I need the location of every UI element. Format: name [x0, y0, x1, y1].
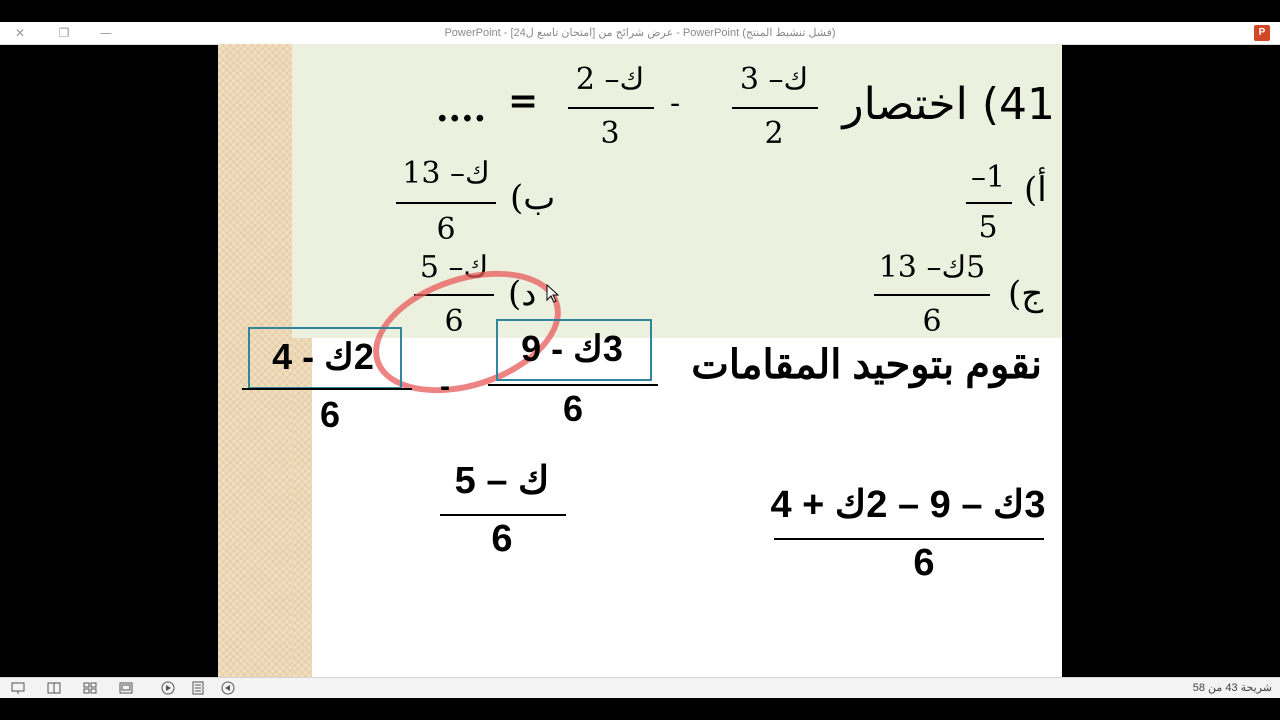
fraction-bar [488, 384, 658, 386]
option-a-num: –1 [970, 160, 1006, 195]
slideshow-icon[interactable] [10, 680, 26, 696]
step1-frac-b-den: 6 [319, 394, 341, 435]
step2-num: 3ك – 9 – 2ك + 4 [770, 484, 1046, 526]
prev-icon[interactable] [220, 680, 236, 696]
step1-frac-a-num: 3ك - 9 [521, 328, 623, 369]
fraction-bar [966, 202, 1012, 204]
window-title: PowerPoint - [امتحان تاسع ل24] عرض شرائح… [444, 27, 836, 39]
question-text: 41) اختصار [842, 79, 1055, 130]
question-frac2-num: ك– 2 [575, 62, 645, 97]
play-icon[interactable] [160, 680, 176, 696]
option-b-label: ب) [510, 178, 556, 218]
ellipsis: .... [436, 88, 487, 130]
minus-sign: - [670, 86, 681, 121]
question-frac1-den: 2 [764, 116, 784, 151]
question-frac1-num: ك– 3 [739, 62, 809, 97]
fraction-bar [732, 107, 818, 109]
equals-sign: = [508, 80, 539, 122]
status-bar: شريحة 43 من 58 [0, 677, 1280, 698]
step1-heading: نقوم بتوحيد المقامات [691, 343, 1042, 387]
slide-counter: شريحة 43 من 58 [1192, 682, 1272, 694]
fraction-bar [242, 388, 412, 390]
option-b-den: 6 [436, 212, 456, 247]
slide-sorter-icon[interactable] [82, 680, 98, 696]
result-num: ك – 5 [454, 460, 550, 502]
normal-view-icon[interactable] [118, 680, 134, 696]
option-a-label: أ) [1024, 170, 1047, 210]
step1-frac-b-num: 2ك - 4 [272, 336, 374, 377]
option-c-label: ج) [1008, 274, 1044, 314]
mouse-pointer-icon [546, 284, 560, 303]
powerpoint-icon: P [1254, 25, 1270, 41]
reading-view-icon[interactable] [46, 680, 62, 696]
slide-canvas: 41) اختصار ك– 3 2 - ك– 2 3 = .... أ) –1 … [218, 44, 1062, 678]
option-c-den: 6 [922, 304, 942, 339]
option-a-den: 5 [978, 210, 998, 245]
minus-sign: - [440, 370, 450, 403]
result-den: 6 [491, 518, 513, 560]
step1-frac-a-den: 6 [562, 388, 584, 429]
question-frac2-den: 3 [600, 116, 620, 151]
fraction-bar [568, 107, 654, 109]
option-b-num: ك– 13 [402, 156, 490, 191]
option-c-num: 5ك– 13 [878, 250, 986, 285]
fraction-bar [440, 514, 566, 516]
fraction-bar [774, 538, 1044, 540]
fraction-bar [874, 294, 990, 296]
window-titlebar: ✕ ❐ — PowerPoint - [امتحان تاسع ل24] عرض… [0, 22, 1280, 45]
notes-icon[interactable] [190, 680, 206, 696]
step2-den: 6 [913, 542, 935, 584]
fraction-bar [396, 202, 496, 204]
